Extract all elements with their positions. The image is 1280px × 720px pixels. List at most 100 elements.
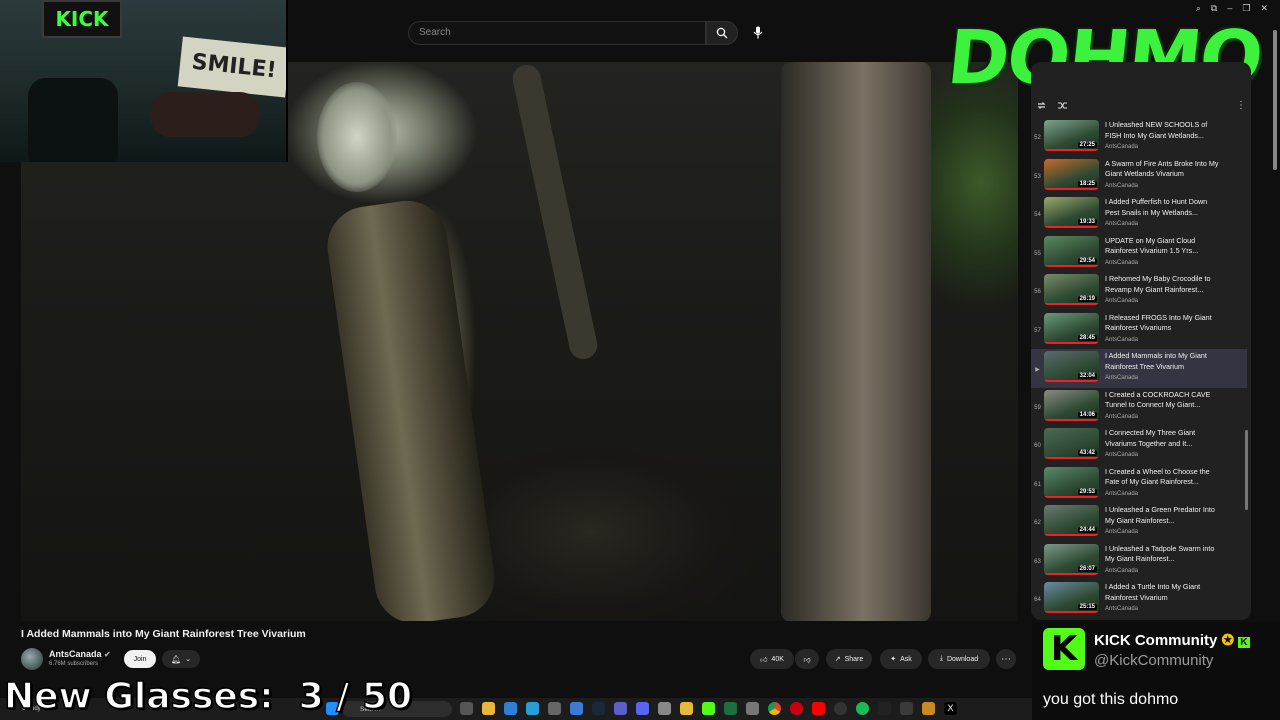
playlist-item-index: 62 (1034, 520, 1041, 526)
playlist-item[interactable]: 61 29:53 I Created a Wheel to Choose the F… (1031, 465, 1247, 504)
playlist-item[interactable]: ▶ 32:04 I Added Mammals into My Giant Rain… (1031, 349, 1247, 388)
settings-icon[interactable] (746, 702, 759, 715)
edge-icon[interactable] (526, 702, 539, 715)
kick-badge-icon: K (1238, 637, 1250, 648)
playlist-item-meta: I Created a COCKROACH CAVE Tunnel to Con… (1105, 390, 1223, 420)
channel-avatar[interactable] (21, 648, 43, 670)
terminal-icon[interactable] (878, 702, 891, 715)
playlist-item-index: 59 (1034, 404, 1041, 411)
x-icon[interactable]: X (944, 702, 957, 715)
like-button[interactable]: 👍︎ 40K (750, 649, 794, 669)
page-scrollbar[interactable] (1273, 30, 1277, 170)
loop-icon[interactable] (1036, 100, 1047, 111)
download-button[interactable]: ⤓ Download (928, 649, 990, 669)
watched-progress-bar (1044, 226, 1099, 228)
watched-progress-bar (1044, 149, 1099, 151)
playlist-item-duration: 19:33 (1077, 219, 1097, 225)
video-frame-branch (510, 62, 600, 362)
playlist-item[interactable]: 56 26:19 I Rehomed My Baby Crocodile to Re… (1031, 272, 1247, 311)
file-explorer-icon[interactable] (482, 702, 495, 715)
playlist-item-meta: UPDATE on My Giant Cloud Rainforest Viva… (1105, 236, 1223, 266)
ask-button[interactable]: ✦ Ask (880, 649, 922, 669)
join-button[interactable]: Join (124, 650, 156, 668)
video-title: I Added Mammals into My Giant Rainforest… (21, 628, 306, 640)
playlist-scrollbar[interactable] (1245, 430, 1248, 510)
playlist-item-title: I Unleashed NEW SCHOOLS of FISH Into My … (1105, 120, 1208, 140)
notepad-icon[interactable] (658, 702, 671, 715)
playlist-item-meta: I Released FROGS Into My Giant Rainfores… (1105, 313, 1223, 343)
playlist-item-index: 55 (1034, 250, 1041, 257)
playlist-item-meta: I Rehomed My Baby Crocodile to Revamp My… (1105, 274, 1223, 304)
watched-progress-bar (1044, 418, 1099, 421)
playlist-item[interactable]: 54 19:33 I Added Pufferfish to Hunt Down P… (1031, 195, 1247, 234)
playlist-items: 52 27:25 I Unleashed NEW SCHOOLS of FISH I… (1031, 118, 1247, 618)
app-icon[interactable] (900, 702, 913, 715)
playlist-item-channel: AntsCanada (1105, 259, 1139, 266)
playlist-item-channel: AntsCanada (1105, 375, 1139, 381)
thumbs-down-icon: 👎︎ (803, 656, 811, 664)
channel-name[interactable]: AntsCanada ✔ (49, 649, 111, 659)
playlist-item[interactable]: 57 28:45 I Released FROGS Into My Giant Ra… (1031, 311, 1247, 350)
playlist-item-channel: AntsCanada (1105, 567, 1139, 574)
playlist-item-meta: A Swarm of Fire Ants Broke Into My Giant… (1105, 159, 1223, 189)
spotify-icon[interactable] (856, 702, 869, 715)
playlist-item-index: 56 (1034, 289, 1041, 295)
playlist-item-index: ▶ (1035, 367, 1040, 373)
playlist-item-channel: AntsCanada (1105, 529, 1139, 535)
opera-icon[interactable] (790, 702, 803, 715)
camera-icon[interactable] (548, 702, 561, 715)
ask-label: Ask (900, 655, 912, 663)
playlist-item-duration: 43:42 (1077, 450, 1097, 456)
playlist-item[interactable]: 59 14:06 I Created a COCKROACH CAVE Tunnel… (1031, 388, 1247, 427)
more-options-icon[interactable]: ⋮ (1236, 100, 1246, 111)
search-button[interactable] (706, 21, 738, 45)
playlist-item[interactable]: 53 18:25 A Swarm of Fire Ants Broke Into M… (1031, 157, 1247, 196)
playlist-item-thumbnail: 32:04 (1044, 351, 1099, 382)
kick-handle: @KickCommunity (1094, 652, 1214, 669)
discord-icon[interactable] (636, 702, 649, 715)
watched-progress-bar (1044, 264, 1099, 267)
watched-progress-bar (1044, 572, 1099, 575)
playlist-item-thumbnail: 28:45 (1044, 312, 1099, 344)
search-input[interactable]: Search (408, 21, 706, 45)
playlist-item[interactable]: 64 25:15 I Added a Turtle Into My Giant Ra… (1031, 580, 1247, 619)
playlist-item-title: I Created a COCKROACH CAVE Tunnel to Con… (1105, 389, 1211, 410)
playlist-item-duration: 29:53 (1077, 488, 1097, 495)
playlist-item-title: I Unleashed a Green Predator Into My Gia… (1105, 505, 1215, 525)
playlist-item-channel: AntsCanada (1105, 606, 1139, 612)
watched-progress-bar (1044, 187, 1099, 190)
playlist-item-title: I Released FROGS Into My Giant Rainfores… (1105, 312, 1212, 333)
share-button[interactable]: ↗ Share (826, 649, 872, 669)
teams-icon[interactable] (614, 702, 627, 715)
video-frame-leaf (317, 82, 397, 192)
task-view-icon[interactable] (460, 702, 473, 715)
playlist-item[interactable]: 62 24:44 I Unleashed a Green Predator Into… (1031, 503, 1247, 542)
steam-icon[interactable] (592, 702, 605, 715)
voice-search-button[interactable] (745, 20, 770, 45)
dislike-button[interactable]: 👎︎ (795, 649, 819, 669)
youtube-icon[interactable] (812, 702, 825, 715)
playlist-item[interactable]: 52 27:25 I Unleashed NEW SCHOOLS of FISH I… (1031, 118, 1247, 157)
playlist-item-thumbnail: 43:42 (1044, 428, 1099, 459)
watched-progress-bar (1044, 303, 1099, 305)
share-icon: ↗ (834, 656, 841, 663)
kick-app-icon[interactable] (702, 702, 715, 715)
playlist-item-channel: AntsCanada (1105, 182, 1139, 189)
excel-icon[interactable] (724, 702, 737, 715)
notifications-button[interactable]: 🔔︎ ⌄ (162, 650, 200, 668)
playlist-item-thumbnail: 19:33 (1044, 197, 1099, 228)
playlist-item[interactable]: 63 26:07 I Unleashed a Tadpole Swarm into … (1031, 542, 1247, 581)
playlist-item-index: 57 (1034, 327, 1041, 334)
chrome-icon[interactable] (768, 702, 781, 715)
playlist-item[interactable]: 60 43:42 I Connected My Three Giant Vivari… (1031, 426, 1247, 465)
playlist-item-meta: I Unleashed NEW SCHOOLS of FISH Into My … (1105, 120, 1223, 150)
more-actions-button[interactable]: ⋯ (996, 649, 1016, 669)
store-icon[interactable] (570, 702, 583, 715)
webcam-overlay: KICK SMILE! (0, 0, 288, 162)
shuffle-icon[interactable] (1057, 100, 1068, 111)
mail-icon[interactable] (504, 702, 517, 715)
folder-icon[interactable] (680, 702, 693, 715)
app-icon[interactable] (922, 702, 935, 715)
obs-icon[interactable] (834, 702, 847, 715)
playlist-item[interactable]: 55 29:54 UPDATE on My Giant Cloud Rainfore… (1031, 234, 1247, 273)
